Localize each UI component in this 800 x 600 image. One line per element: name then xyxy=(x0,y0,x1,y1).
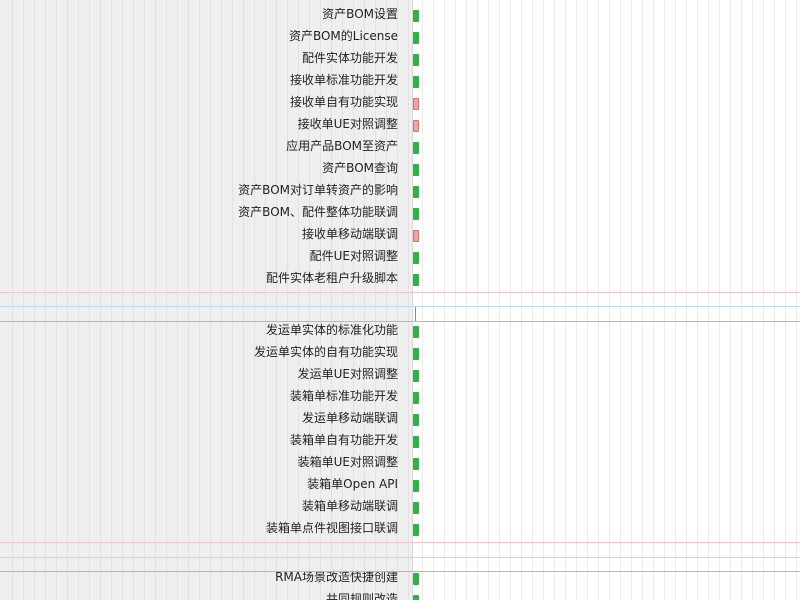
task-row[interactable]: 装箱单标准功能开发 xyxy=(0,385,800,407)
task-bar-complete[interactable] xyxy=(413,458,419,470)
task-name[interactable]: 装箱单UE对照调整 xyxy=(298,454,398,470)
task-bar-complete[interactable] xyxy=(413,252,419,264)
group-separator-gray xyxy=(0,571,800,572)
group-separator-blue xyxy=(0,557,800,558)
group-separator-blue xyxy=(0,306,800,307)
task-bar-complete[interactable] xyxy=(413,370,419,382)
task-bar-complete[interactable] xyxy=(413,524,419,536)
task-bar-complete[interactable] xyxy=(413,414,419,426)
task-name[interactable]: 资产BOM设置 xyxy=(322,6,398,22)
task-bar-complete[interactable] xyxy=(413,164,419,176)
task-bar-complete[interactable] xyxy=(413,573,419,585)
task-name[interactable]: 配件实体老租户升级脚本 xyxy=(266,270,398,286)
task-row[interactable]: 资产BOM设置 xyxy=(0,3,800,25)
task-row[interactable]: 装箱单点件视图接口联调 xyxy=(0,517,800,539)
task-bar-complete[interactable] xyxy=(413,208,419,220)
task-name[interactable]: 配件实体功能开发 xyxy=(302,50,398,66)
task-bar-overdue[interactable] xyxy=(413,120,419,132)
task-name[interactable]: 资产BOM、配件整体功能联调 xyxy=(238,204,398,220)
task-bar-overdue[interactable] xyxy=(413,98,419,110)
task-name[interactable]: 接收单自有功能实现 xyxy=(290,94,398,110)
task-row[interactable]: 资产BOM的License xyxy=(0,25,800,47)
task-row[interactable]: 发运单UE对照调整 xyxy=(0,363,800,385)
task-row[interactable]: 装箱单Open API xyxy=(0,473,800,495)
task-row[interactable]: 装箱单移动端联调 xyxy=(0,495,800,517)
task-bar-complete[interactable] xyxy=(413,502,419,514)
task-name[interactable]: 接收单UE对照调整 xyxy=(298,116,398,132)
task-row[interactable]: RMA场景改造快捷创建 xyxy=(0,566,800,588)
task-name[interactable]: 接收单移动端联调 xyxy=(302,226,398,242)
task-bar-complete[interactable] xyxy=(413,480,419,492)
task-bar-complete[interactable] xyxy=(413,348,419,360)
group-separator-red xyxy=(0,542,800,543)
task-bar-complete[interactable] xyxy=(413,274,419,286)
task-name[interactable]: 发运单UE对照调整 xyxy=(298,366,398,382)
task-row[interactable]: 装箱单自有功能开发 xyxy=(0,429,800,451)
task-row[interactable]: 发运单实体的自有功能实现 xyxy=(0,341,800,363)
task-bar-complete[interactable] xyxy=(413,142,419,154)
task-name[interactable]: 装箱单自有功能开发 xyxy=(290,432,398,448)
group-separator-gray xyxy=(0,321,800,322)
task-row[interactable]: 共同规则改造 xyxy=(0,588,800,600)
task-name[interactable]: 资产BOM的License xyxy=(289,28,398,44)
group-separator-red xyxy=(0,292,800,293)
task-name[interactable]: 资产BOM查询 xyxy=(322,160,398,176)
task-name[interactable]: 资产BOM对订单转资产的影响 xyxy=(238,182,398,198)
task-name[interactable]: 装箱单点件视图接口联调 xyxy=(266,520,398,536)
task-row[interactable]: 资产BOM对订单转资产的影响 xyxy=(0,179,800,201)
task-bar-complete[interactable] xyxy=(413,186,419,198)
task-name[interactable]: 共同规则改造 xyxy=(326,591,398,600)
task-row[interactable]: 应用产品BOM至资产 xyxy=(0,135,800,157)
task-name[interactable]: 发运单实体的标准化功能 xyxy=(266,322,398,338)
task-row[interactable]: 发运单实体的标准化功能 xyxy=(0,319,800,341)
task-bar-complete[interactable] xyxy=(413,392,419,404)
task-name[interactable]: 装箱单标准功能开发 xyxy=(290,388,398,404)
task-bar-overdue[interactable] xyxy=(413,230,419,242)
task-row[interactable]: 接收单标准功能开发 xyxy=(0,69,800,91)
task-name[interactable]: 应用产品BOM至资产 xyxy=(286,138,398,154)
task-row[interactable]: 配件实体功能开发 xyxy=(0,47,800,69)
task-row[interactable]: 发运单移动端联调 xyxy=(0,407,800,429)
task-name[interactable]: 装箱单移动端联调 xyxy=(302,498,398,514)
task-name[interactable]: 发运单移动端联调 xyxy=(302,410,398,426)
task-row[interactable]: 配件实体老租户升级脚本 xyxy=(0,267,800,289)
task-bar-complete[interactable] xyxy=(413,76,419,88)
gantt-chart: 资产BOM设置 资产BOM的License 配件实体功能开发 接收单标准功能开发 接收单… xyxy=(0,0,800,600)
task-bar-complete[interactable] xyxy=(413,10,419,22)
task-row[interactable]: 配件UE对照调整 xyxy=(0,245,800,267)
task-bar-complete[interactable] xyxy=(413,32,419,44)
task-bar-complete[interactable] xyxy=(413,326,419,338)
task-row[interactable]: 接收单自有功能实现 xyxy=(0,91,800,113)
task-bar-complete[interactable] xyxy=(413,436,419,448)
task-bar-complete[interactable] xyxy=(413,54,419,66)
task-name[interactable]: 装箱单Open API xyxy=(307,476,398,492)
task-bar-complete[interactable] xyxy=(413,595,419,600)
task-row[interactable]: 接收单UE对照调整 xyxy=(0,113,800,135)
task-name[interactable]: 配件UE对照调整 xyxy=(310,248,398,264)
task-row[interactable]: 装箱单UE对照调整 xyxy=(0,451,800,473)
insertion-marker xyxy=(415,307,416,321)
task-row[interactable]: 资产BOM、配件整体功能联调 xyxy=(0,201,800,223)
task-name[interactable]: 发运单实体的自有功能实现 xyxy=(254,344,398,360)
task-row[interactable]: 接收单移动端联调 xyxy=(0,223,800,245)
task-row[interactable]: 资产BOM查询 xyxy=(0,157,800,179)
task-name[interactable]: 接收单标准功能开发 xyxy=(290,72,398,88)
